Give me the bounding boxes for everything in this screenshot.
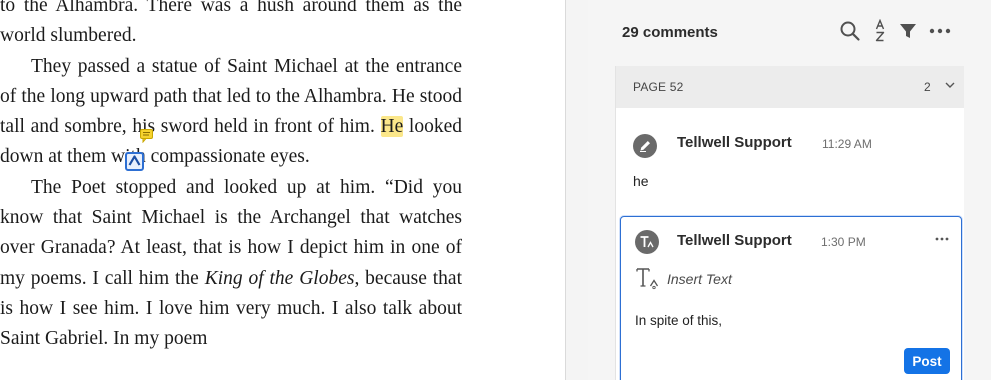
comment-more-icon[interactable] [934,233,950,245]
more-options-icon[interactable] [927,18,953,44]
comment-time: 1:30 PM [821,235,866,249]
post-button[interactable]: Post [904,348,950,374]
comment-marker-icon[interactable] [140,129,153,143]
comment-count: 29 comments [622,24,718,41]
active-comment-card[interactable]: Tellwell Support 1:30 PM Insert Text In … [620,216,962,380]
pen-avatar-icon [633,134,657,158]
insert-text-icon [636,268,659,290]
filter-icon[interactable] [895,18,921,44]
splitter[interactable] [565,0,589,380]
paragraph-1: to the Alhambra. There was a hush around… [0,0,462,47]
sort-icon[interactable] [867,18,893,44]
page-comment-count: 2 [924,80,931,94]
comments-header: 29 comments [588,0,991,60]
comment-body: he [633,173,649,189]
comment-time: 11:29 AM [822,137,872,151]
comment-author: Tellwell Support [677,232,792,249]
search-icon[interactable] [837,18,863,44]
comment-text-input[interactable]: In spite of this, [635,313,722,328]
comments-panel: 29 comments PAGE 52 2 Tellwell Support 1… [588,0,991,380]
insert-text-avatar-icon [635,230,659,254]
comment-type-label: Insert Text [667,271,732,287]
insert-text-caret-icon[interactable] [120,143,148,173]
highlighted-word[interactable]: He [380,116,404,138]
comment-item[interactable]: Tellwell Support 11:29 AM he [616,108,964,216]
chevron-down-icon[interactable] [943,78,957,92]
document-page: to the Alhambra. There was a hush around… [0,0,565,380]
document-text: to the Alhambra. There was a hush around… [0,0,462,355]
paragraph-3: The Poet stopped and looked up at him. “… [0,173,462,355]
page-label: PAGE 52 [633,80,684,94]
page-comment-group: PAGE 52 2 Tellwell Support 11:29 AM he T… [615,66,964,380]
comment-author: Tellwell Support [677,134,792,151]
page-group-header[interactable]: PAGE 52 2 [616,66,964,108]
italic-title: King of the Globes [204,267,355,289]
paragraph-2: They passed a statue of Saint Michael at… [0,52,462,173]
